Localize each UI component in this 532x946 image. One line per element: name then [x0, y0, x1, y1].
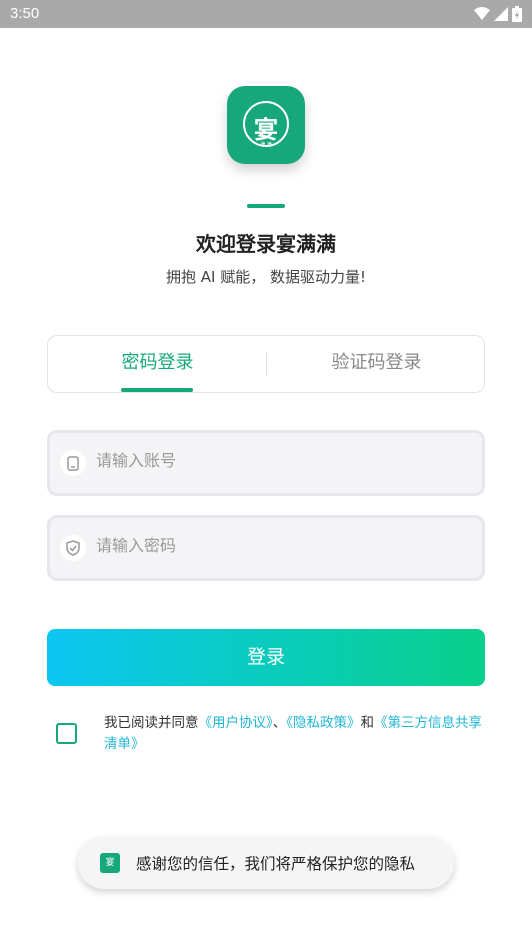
page-title: 欢迎登录宴满满 — [196, 232, 336, 256]
app-logo-icon: 宴 — [100, 853, 120, 873]
status-time: 3:50 — [10, 5, 40, 22]
signal-icon — [494, 7, 508, 21]
agreement-prefix: 我已阅读并同意 — [104, 715, 199, 731]
agreement-and: 和 — [360, 715, 375, 731]
title-accent-bar — [247, 204, 285, 208]
status-icons — [474, 6, 522, 22]
password-input[interactable] — [96, 536, 456, 555]
battery-icon — [512, 6, 522, 22]
active-tab-indicator — [121, 388, 193, 392]
tab-sms-login[interactable]: 验证码登录 — [267, 336, 486, 392]
account-input[interactable] — [96, 451, 456, 470]
toast-text: 感谢您的信任，我们将严格保护您的隐私 — [136, 855, 416, 873]
tab-password-login[interactable]: 密码登录 — [48, 336, 267, 392]
wifi-icon — [474, 7, 490, 20]
status-bar: 3:50 — [0, 0, 532, 28]
password-field[interactable] — [47, 515, 485, 581]
toast-message: 宴 感谢您的信任，我们将严格保护您的隐私 — [78, 837, 454, 889]
shield-check-icon — [60, 535, 86, 561]
login-tabs: 密码登录 验证码登录 — [47, 335, 485, 393]
account-field[interactable] — [47, 430, 485, 496]
agreement-separator: 、 — [272, 715, 287, 731]
login-button[interactable]: 登录 — [47, 629, 485, 686]
agreement-text: 我已阅读并同意《用户协议》、《隐私政策》和《第三方信息共享清单》 — [104, 713, 490, 755]
user-agreement-link[interactable]: 《用户协议》 — [199, 715, 273, 731]
agreement-checkbox[interactable] — [56, 723, 77, 744]
page-subtitle: 拥抱 AI 赋能， 数据驱动力量! — [165, 268, 366, 286]
logo-char: 宴 — [254, 116, 278, 144]
app-logo: 宴 满 满 — [227, 86, 305, 164]
phone-icon — [60, 450, 86, 476]
privacy-policy-link[interactable]: 《隐私政策》 — [286, 715, 360, 731]
logo-subtext: 满 满 — [260, 142, 272, 148]
